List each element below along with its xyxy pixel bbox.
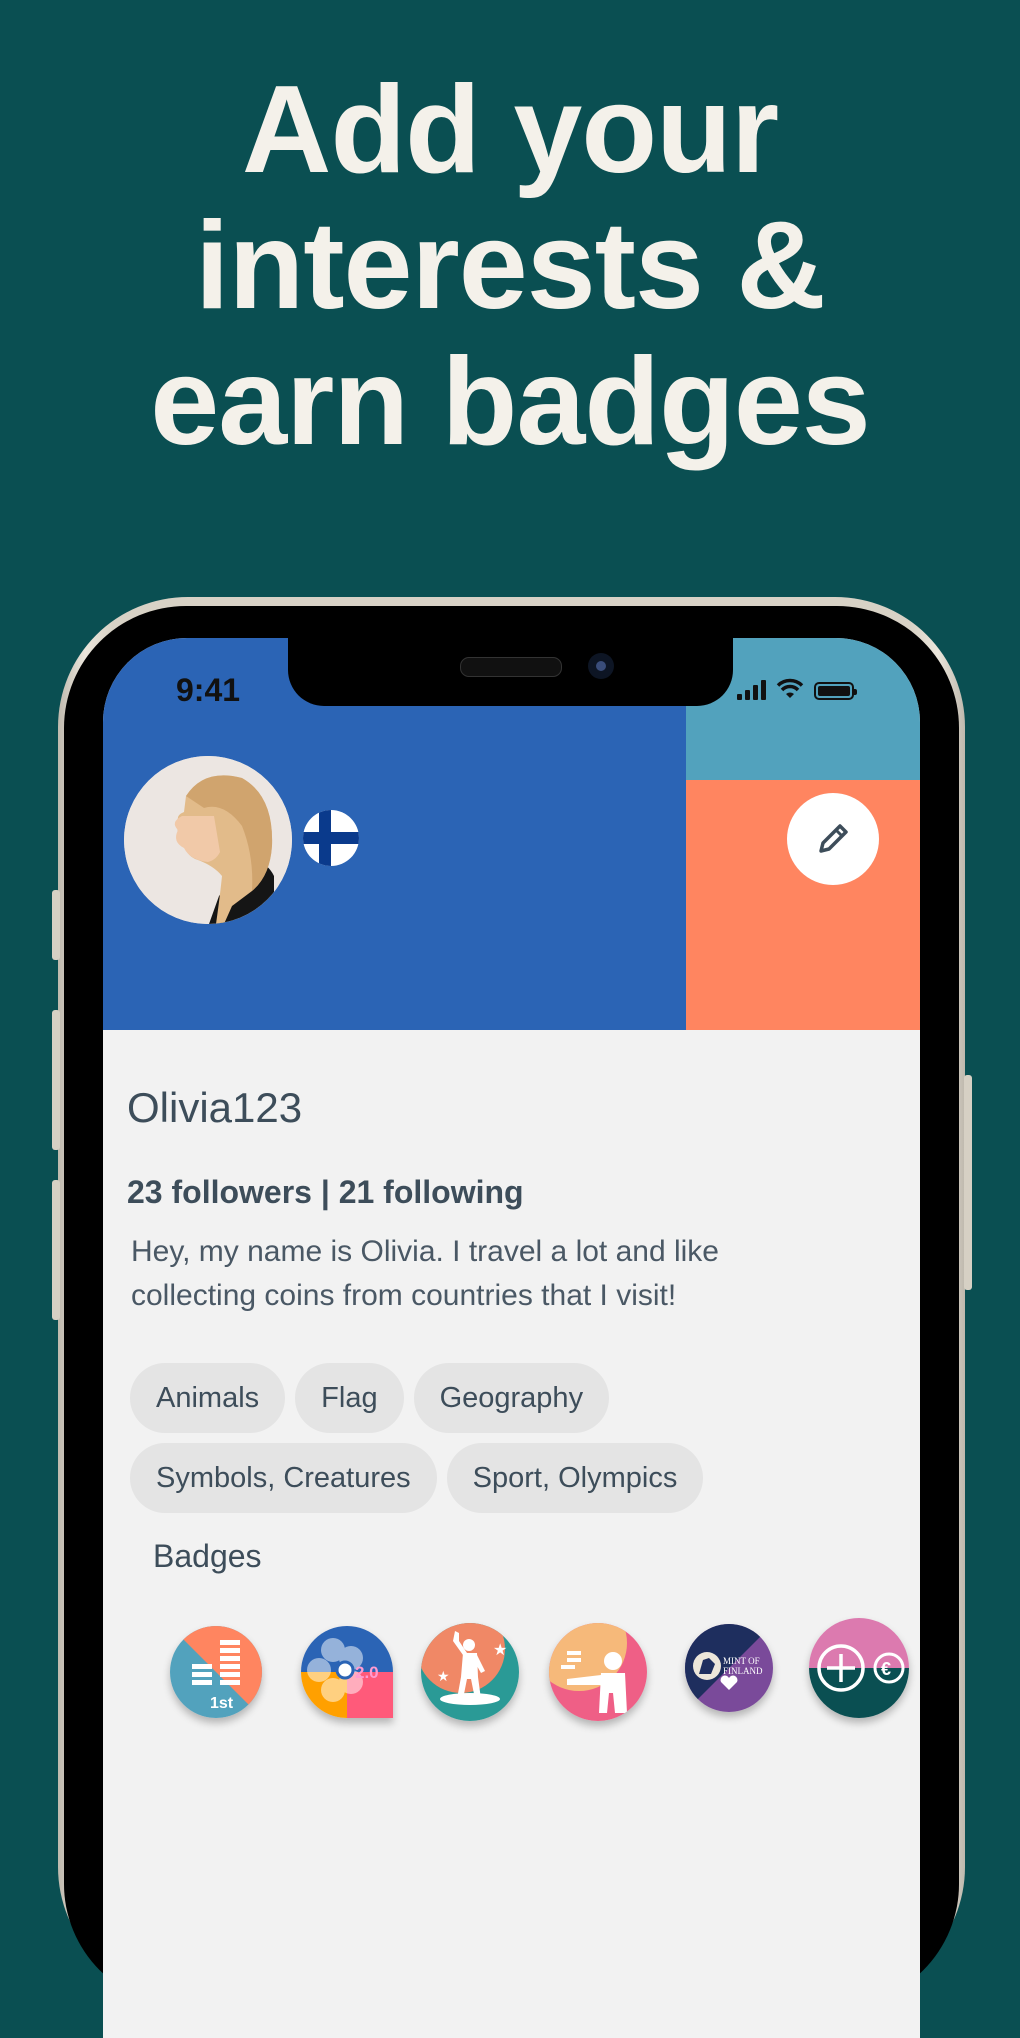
phone-volume-up [52, 1010, 60, 1150]
svg-text:MINT OF: MINT OF [723, 1656, 760, 1666]
dancer-icon: ★★ [421, 1623, 519, 1721]
svg-text:€: € [881, 1659, 891, 1679]
interest-tag[interactable]: Animals [130, 1363, 286, 1433]
front-camera [588, 653, 614, 679]
status-icons [737, 678, 857, 700]
badges-row: 1st 2.0 ★ ★ MINT OF FINLAND € [103, 1618, 920, 1738]
headline-line-2: interests & [195, 197, 826, 335]
dancer-stars-badge[interactable]: ★ ★ [421, 1623, 519, 1721]
status-time: 9:41 [176, 672, 241, 708]
svg-text:FINLAND: FINLAND [723, 1666, 763, 1676]
interest-tag[interactable]: Symbols, Creatures [130, 1443, 437, 1513]
person-giving-coins-icon [549, 1623, 647, 1721]
coin-stack-icon: 1st [170, 1626, 262, 1718]
finland-flag-icon [303, 810, 359, 866]
badges-title: Badges [153, 1538, 262, 1574]
svg-text:2.0: 2.0 [355, 1663, 379, 1682]
version-2-badge[interactable]: 2.0 [301, 1626, 393, 1718]
flower-icon: 2.0 [301, 1626, 393, 1718]
add-euro-badge[interactable]: € [809, 1618, 909, 1718]
mint-of-finland-badge[interactable]: MINT OF FINLAND [685, 1624, 773, 1712]
first-coins-badge[interactable]: 1st [170, 1626, 262, 1718]
battery-icon [814, 682, 857, 700]
avatar[interactable] [124, 756, 292, 924]
lion-crest-icon: MINT OF FINLAND [685, 1624, 773, 1712]
coin-giver-badge[interactable] [549, 1623, 647, 1721]
svg-text:★: ★ [493, 1642, 507, 1659]
interest-tag[interactable]: Geography [413, 1363, 610, 1433]
svg-text:1st: 1st [210, 1695, 234, 1712]
follow-stats[interactable]: 23 followers | 21 following [127, 1174, 524, 1211]
interest-tags: Animals Flag Geography Symbols, Creature… [130, 1363, 830, 1513]
pencil-icon [819, 824, 848, 853]
username: Olivia123 [127, 1084, 303, 1131]
app-screen: 9:41 Olivia123 23 followers | 21 followi… [103, 638, 920, 2038]
wifi-icon [776, 678, 804, 698]
svg-text:★: ★ [437, 1668, 450, 1684]
headline-line-1: Add your [241, 61, 779, 199]
plus-euro-icon: € [809, 1618, 909, 1718]
avatar-photo [124, 756, 292, 924]
phone-speaker [460, 657, 562, 677]
headline-line-3: earn badges [150, 333, 871, 471]
headline: Add your interests & earn badges [0, 62, 1020, 470]
interest-tag[interactable]: Sport, Olympics [446, 1443, 704, 1513]
edit-profile-button[interactable] [787, 793, 879, 885]
profile-bio: Hey, my name is Olivia. I travel a lot a… [131, 1235, 719, 1312]
phone-volume-down [52, 1180, 60, 1320]
interest-tag[interactable]: Flag [295, 1363, 404, 1433]
phone-mute-switch [52, 890, 60, 960]
phone-power-button [964, 1075, 972, 1290]
cellular-signal-icon [737, 680, 766, 700]
